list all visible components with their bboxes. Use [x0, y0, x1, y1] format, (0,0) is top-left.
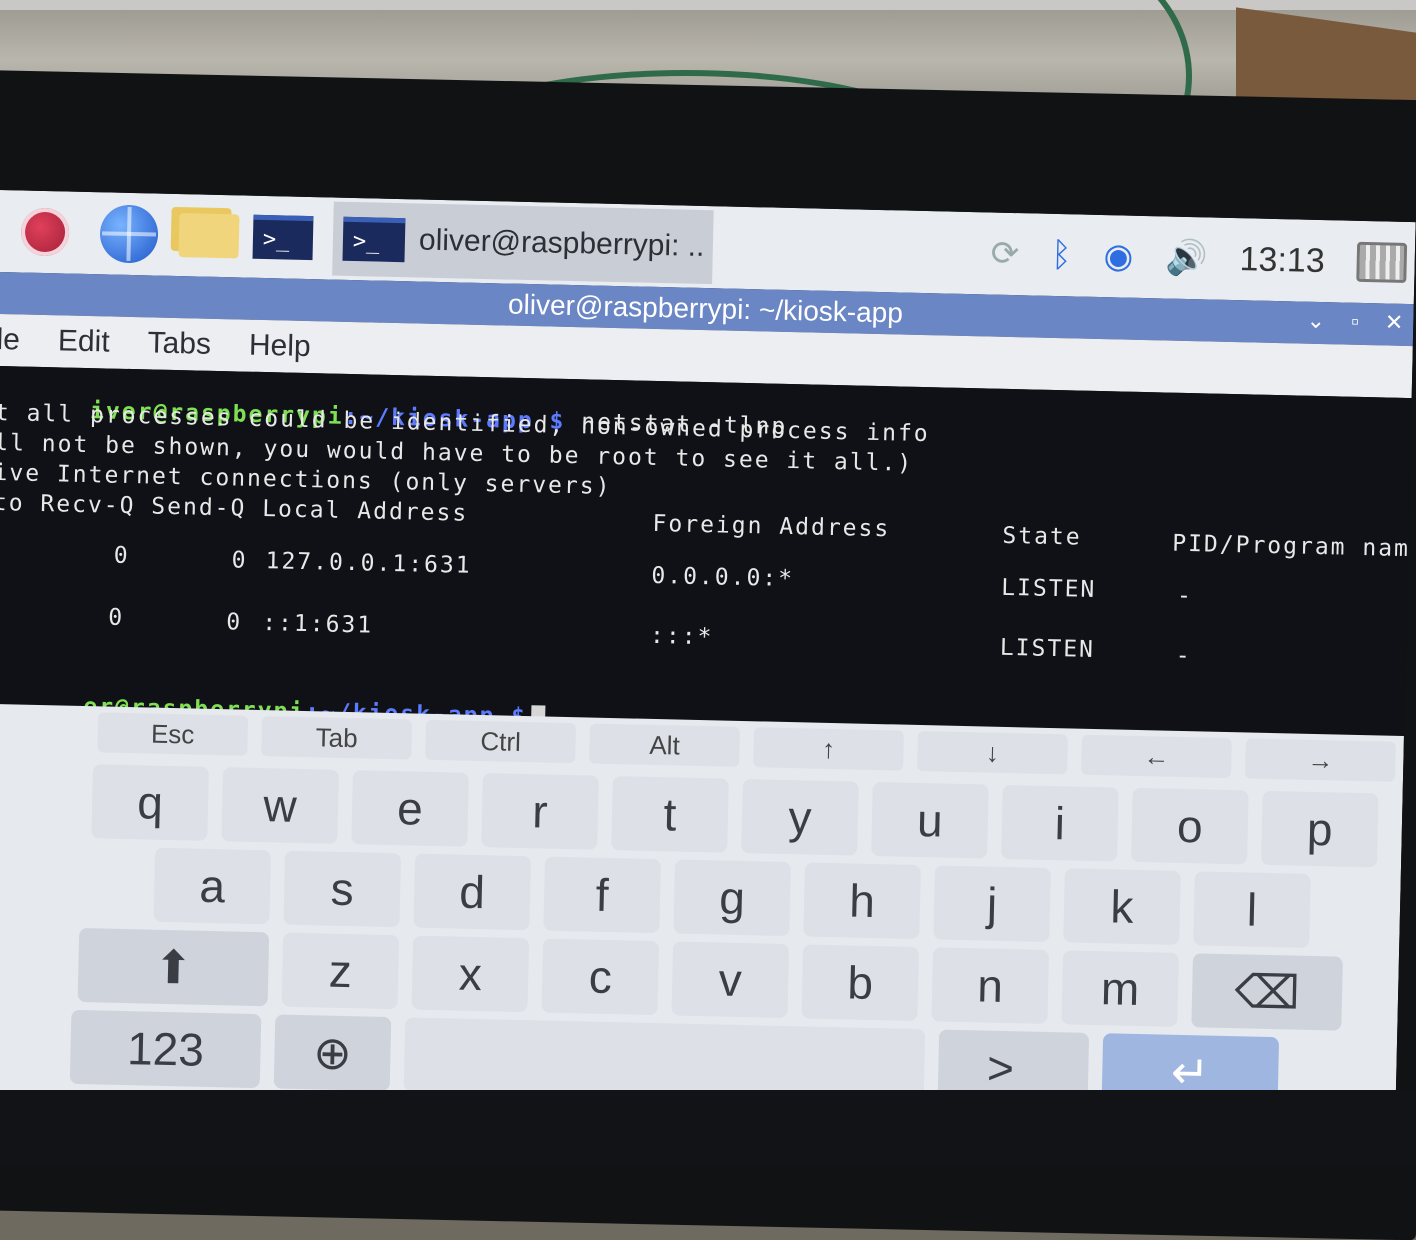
- row-recvq: 0: [113, 542, 130, 570]
- terminal-launcher-icon[interactable]: >_: [252, 209, 314, 266]
- bluetooth-icon[interactable]: ᛒ: [1051, 235, 1072, 274]
- table-header-foreign: Foreign Address: [652, 510, 891, 543]
- maximize-icon[interactable]: ▫: [1351, 309, 1359, 335]
- key-z[interactable]: z: [281, 932, 400, 1010]
- row-local: 127.0.0.1:631: [265, 548, 472, 579]
- menu-edit[interactable]: Edit: [58, 324, 110, 359]
- key-b[interactable]: b: [801, 944, 920, 1022]
- key-tab[interactable]: Tab: [261, 716, 413, 760]
- key-shift[interactable]: ⬆: [77, 927, 270, 1007]
- table-header-pid: PID/Program name: [1171, 530, 1416, 563]
- row-foreign: 0.0.0.0:*: [651, 562, 795, 593]
- close-icon[interactable]: ✕: [1385, 309, 1404, 335]
- volume-icon[interactable]: 🔊: [1165, 237, 1208, 278]
- row-pid: -: [1176, 582, 1194, 610]
- key-alt[interactable]: Alt: [589, 723, 741, 767]
- updater-icon[interactable]: ⟳: [990, 234, 1019, 275]
- bottom-bezel: [0, 1090, 1416, 1164]
- row-sendq: 0: [231, 547, 248, 574]
- menu-help[interactable]: Help: [249, 329, 311, 364]
- clock[interactable]: 13:13: [1239, 240, 1325, 281]
- window-title: oliver@raspberrypi: ~/kiosk-app: [507, 288, 904, 329]
- key-p[interactable]: p: [1261, 790, 1379, 868]
- menu-file[interactable]: le: [0, 323, 20, 358]
- key-u[interactable]: u: [871, 781, 989, 859]
- photo-top-strip: [0, 0, 1416, 10]
- key-h[interactable]: h: [803, 862, 921, 940]
- key-language[interactable]: ⊕: [273, 1014, 392, 1092]
- key-w[interactable]: w: [221, 767, 339, 844]
- menu-tabs[interactable]: Tabs: [147, 326, 211, 361]
- raspberry-menu-icon[interactable]: [14, 203, 75, 260]
- key-v[interactable]: v: [671, 941, 790, 1019]
- key-d[interactable]: d: [413, 853, 532, 931]
- browser-icon[interactable]: [98, 204, 159, 264]
- key-a[interactable]: a: [153, 847, 272, 925]
- key-s[interactable]: s: [283, 850, 402, 928]
- key-y[interactable]: y: [741, 779, 859, 856]
- taskbar-window-label: oliver@raspberrypi: ..: [418, 223, 705, 263]
- key-x[interactable]: x: [411, 935, 530, 1013]
- key-k[interactable]: k: [1063, 868, 1181, 945]
- keyboard-toggle-icon[interactable]: [1356, 241, 1408, 283]
- key-r[interactable]: r: [481, 773, 599, 850]
- row-local: ::1:631: [261, 610, 374, 639]
- key-esc[interactable]: Esc: [97, 712, 249, 756]
- key-arrow-left[interactable]: ←: [1081, 734, 1232, 779]
- screen: >_ >_ oliver@raspberrypi: .. ⟳ ᛒ ◉ 🔊 13:…: [0, 190, 1416, 1132]
- key-t[interactable]: t: [611, 776, 729, 853]
- key-m[interactable]: m: [1061, 950, 1179, 1027]
- window-controls: ⌄ ▫ ✕: [1306, 308, 1403, 336]
- minimize-icon[interactable]: ⌄: [1306, 308, 1325, 334]
- file-manager-icon[interactable]: [178, 207, 240, 264]
- key-l[interactable]: l: [1193, 871, 1311, 948]
- key-n[interactable]: n: [931, 947, 1050, 1024]
- row-recvq: 0: [108, 604, 125, 631]
- row-state: LISTEN: [1000, 574, 1097, 603]
- system-tray: ⟳ ᛒ ◉ 🔊 13:13: [990, 234, 1415, 284]
- key-ctrl[interactable]: Ctrl: [425, 719, 577, 764]
- key-arrow-right[interactable]: →: [1244, 738, 1396, 782]
- key-numbers[interactable]: 123: [69, 1009, 262, 1089]
- key-f[interactable]: f: [543, 856, 661, 934]
- key-g[interactable]: g: [673, 859, 791, 937]
- taskbar-window-terminal[interactable]: >_ oliver@raspberrypi: ..: [332, 201, 714, 285]
- onscreen-keyboard: Esc Tab Ctrl Alt ↑ ↓ ← → q w e r t y u i…: [0, 703, 1404, 1132]
- terminal-output[interactable]: iver@raspberrypi:~/kiosk-app $ netstat -…: [0, 365, 1416, 736]
- key-arrow-up[interactable]: ↑: [753, 727, 904, 771]
- row-state: LISTEN: [999, 634, 1096, 663]
- table-header-state: State: [1002, 522, 1082, 551]
- row-sendq: 0: [225, 609, 243, 636]
- row-pid: -: [1175, 642, 1192, 670]
- key-arrow-down[interactable]: ↓: [917, 730, 1068, 775]
- wifi-icon[interactable]: ◉: [1103, 236, 1134, 277]
- key-i[interactable]: i: [1001, 784, 1119, 862]
- key-c[interactable]: c: [541, 938, 660, 1016]
- key-j[interactable]: j: [933, 865, 1051, 942]
- key-o[interactable]: o: [1131, 787, 1249, 865]
- key-q[interactable]: q: [91, 764, 209, 841]
- row-foreign: :::*: [649, 622, 714, 651]
- key-backspace[interactable]: ⌫: [1191, 953, 1343, 1031]
- terminal-icon: >_: [342, 216, 406, 263]
- table-header: to Recv-Q Send-Q Local Address: [0, 489, 469, 527]
- key-e[interactable]: e: [351, 770, 469, 847]
